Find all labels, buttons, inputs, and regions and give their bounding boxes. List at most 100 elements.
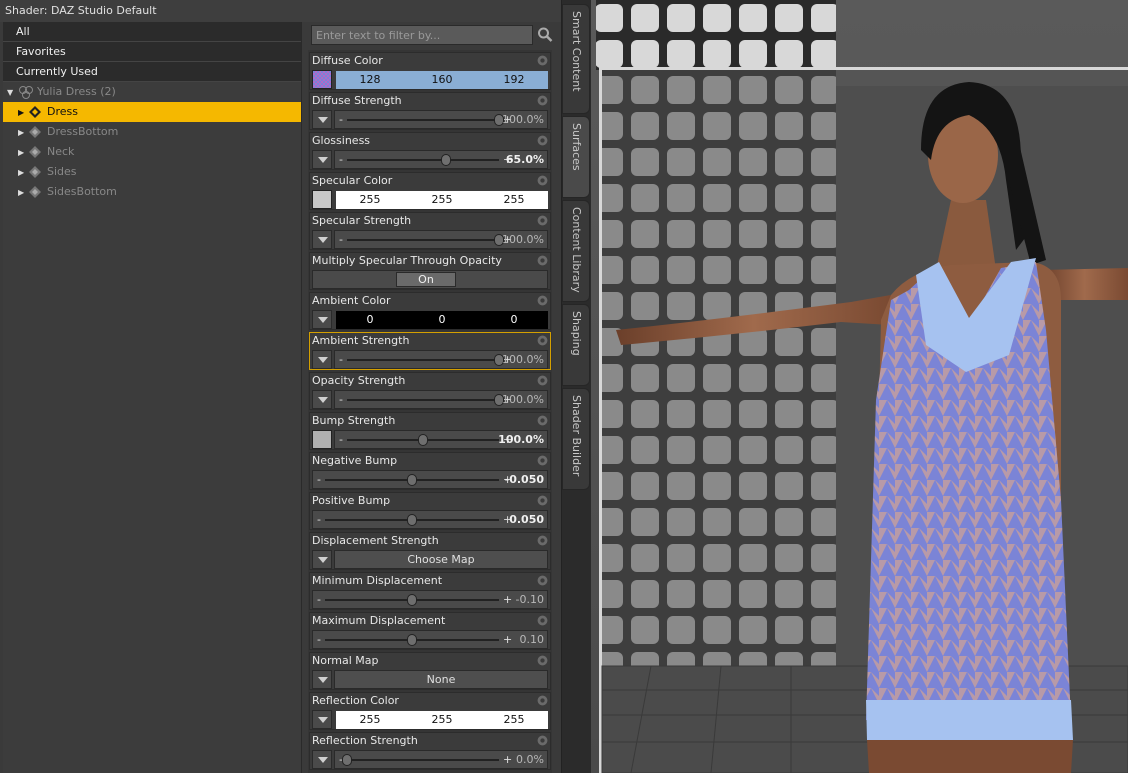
- increment-icon[interactable]: +: [503, 753, 512, 766]
- dropdown-icon[interactable]: [312, 350, 332, 369]
- tree-item-sidesbottom[interactable]: ▶ SidesBottom: [3, 182, 301, 202]
- filter-favorites[interactable]: Favorites: [3, 42, 301, 62]
- slider-track[interactable]: [347, 399, 499, 401]
- dropdown-icon[interactable]: [312, 310, 332, 329]
- increment-icon[interactable]: +: [503, 633, 512, 646]
- dropdown-icon[interactable]: [312, 750, 332, 769]
- filter-currently-used[interactable]: Currently Used: [3, 62, 301, 82]
- blue-value[interactable]: 255: [484, 713, 544, 726]
- slider-value[interactable]: 0.10: [520, 633, 545, 646]
- slider-value[interactable]: -0.10: [516, 593, 544, 606]
- value-slider[interactable]: - +0.050: [312, 510, 548, 529]
- tab-content-library[interactable]: Content Library: [562, 200, 590, 302]
- value-slider[interactable]: - +100.0%: [334, 110, 548, 129]
- dropdown-icon[interactable]: [312, 550, 332, 569]
- filter-search-input[interactable]: [311, 25, 533, 45]
- slider-handle[interactable]: [407, 474, 417, 486]
- tab-shader-builder[interactable]: Shader Builder: [562, 388, 590, 490]
- color-swatch[interactable]: [312, 190, 332, 209]
- gear-icon[interactable]: [537, 255, 548, 266]
- gear-icon[interactable]: [537, 655, 548, 666]
- rgb-field[interactable]: 128 160 192: [336, 71, 548, 89]
- slider-track[interactable]: [347, 359, 499, 361]
- gear-icon[interactable]: [537, 535, 548, 546]
- map-button[interactable]: Choose Map: [334, 550, 548, 569]
- dropdown-icon[interactable]: [312, 110, 332, 129]
- slider-value[interactable]: 0.0%: [516, 753, 544, 766]
- gear-icon[interactable]: [537, 135, 548, 146]
- slider-value[interactable]: -0.050: [505, 473, 544, 486]
- decrement-icon[interactable]: -: [339, 353, 343, 366]
- slider-track[interactable]: [347, 239, 499, 241]
- slider-track[interactable]: [347, 159, 499, 161]
- gear-icon[interactable]: [537, 575, 548, 586]
- tab-surfaces[interactable]: Surfaces: [562, 116, 590, 198]
- value-slider[interactable]: - +100.0%: [334, 230, 548, 249]
- slider-handle[interactable]: [407, 594, 417, 606]
- search-icon[interactable]: [537, 26, 553, 44]
- blue-value[interactable]: 255: [484, 193, 544, 206]
- dropdown-icon[interactable]: [312, 710, 332, 729]
- expand-arrow-icon[interactable]: ▶: [18, 123, 24, 143]
- tree-item-dressbottom[interactable]: ▶ DressBottom: [3, 122, 301, 142]
- decrement-icon[interactable]: -: [339, 153, 343, 166]
- green-value[interactable]: 255: [412, 713, 472, 726]
- expand-arrow-icon[interactable]: ▶: [18, 143, 24, 163]
- slider-value[interactable]: 65.0%: [506, 153, 544, 166]
- gear-icon[interactable]: [537, 375, 548, 386]
- gear-icon[interactable]: [537, 215, 548, 226]
- slider-value[interactable]: 100.0%: [502, 353, 544, 366]
- slider-value[interactable]: 100.0%: [502, 233, 544, 246]
- red-value[interactable]: 255: [340, 713, 400, 726]
- slider-handle[interactable]: [407, 634, 417, 646]
- value-slider[interactable]: - +0.10: [312, 630, 548, 649]
- filter-all[interactable]: All: [3, 22, 301, 42]
- map-button[interactable]: None: [334, 670, 548, 689]
- dropdown-icon[interactable]: [312, 150, 332, 169]
- slider-track[interactable]: [347, 759, 499, 761]
- value-slider[interactable]: - + -0.050: [312, 470, 548, 489]
- slider-handle[interactable]: [418, 434, 428, 446]
- decrement-icon[interactable]: -: [339, 433, 343, 446]
- dropdown-icon[interactable]: [312, 670, 332, 689]
- red-value[interactable]: 0: [340, 313, 400, 326]
- slider-track[interactable]: [347, 119, 499, 121]
- gear-icon[interactable]: [537, 735, 548, 746]
- expand-arrow-icon[interactable]: ▶: [18, 103, 24, 123]
- value-slider[interactable]: - +0.0%: [334, 750, 548, 769]
- green-value[interactable]: 0: [412, 313, 472, 326]
- gear-icon[interactable]: [537, 495, 548, 506]
- dropdown-icon[interactable]: [312, 390, 332, 409]
- rgb-field[interactable]: 255 255 255: [336, 711, 548, 729]
- gear-icon[interactable]: [537, 55, 548, 66]
- slider-value[interactable]: 100.0%: [502, 393, 544, 406]
- value-slider[interactable]: - + -0.10: [312, 590, 548, 609]
- toggle-button[interactable]: On: [396, 272, 456, 287]
- color-swatch[interactable]: [312, 70, 332, 89]
- 3d-viewport[interactable]: 1: [591, 0, 1128, 773]
- gear-icon[interactable]: [537, 335, 548, 346]
- expand-arrow-icon[interactable]: ▼: [7, 83, 13, 103]
- gear-icon[interactable]: [537, 175, 548, 186]
- decrement-icon[interactable]: -: [317, 473, 321, 486]
- expand-arrow-icon[interactable]: ▶: [18, 163, 24, 183]
- tree-item-sides[interactable]: ▶ Sides: [3, 162, 301, 182]
- decrement-icon[interactable]: -: [317, 633, 321, 646]
- gear-icon[interactable]: [537, 95, 548, 106]
- blue-value[interactable]: 0: [484, 313, 544, 326]
- gear-icon[interactable]: [537, 615, 548, 626]
- gear-icon[interactable]: [537, 455, 548, 466]
- tab-smart-content[interactable]: Smart Content: [562, 4, 590, 114]
- tree-root[interactable]: ▼ Yulia Dress (2): [3, 82, 301, 102]
- tree-item-dress[interactable]: ▶ Dress: [3, 102, 301, 122]
- tab-shaping[interactable]: Shaping: [562, 304, 590, 386]
- blue-value[interactable]: 192: [484, 73, 544, 86]
- slider-value[interactable]: 100.0%: [502, 113, 544, 126]
- tree-item-neck[interactable]: ▶ Neck: [3, 142, 301, 162]
- green-value[interactable]: 160: [412, 73, 472, 86]
- rgb-field[interactable]: 255 255 255: [336, 191, 548, 209]
- gear-icon[interactable]: [537, 295, 548, 306]
- green-value[interactable]: 255: [412, 193, 472, 206]
- expand-arrow-icon[interactable]: ▶: [18, 183, 24, 203]
- slider-handle[interactable]: [407, 514, 417, 526]
